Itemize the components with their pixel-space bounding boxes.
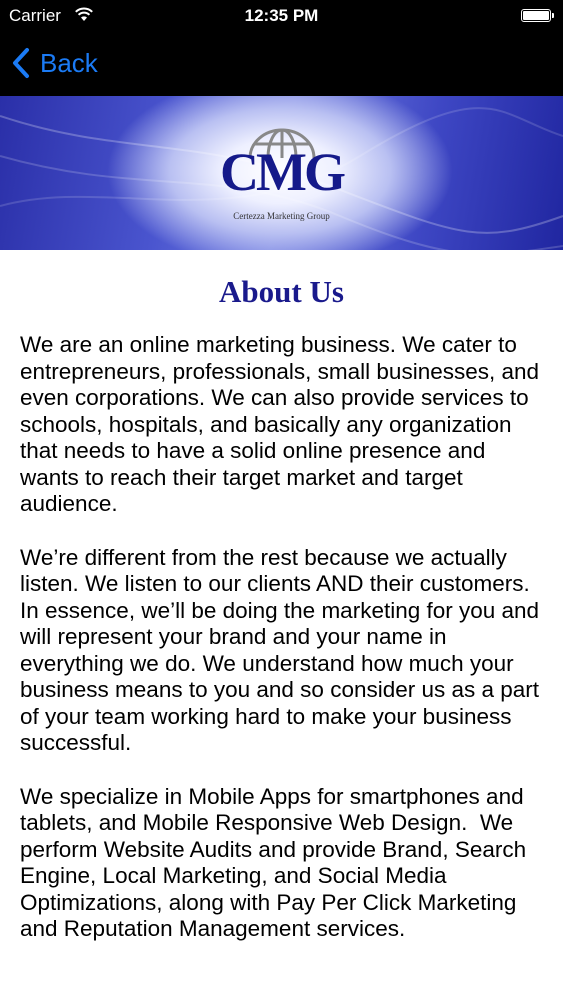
about-paragraph: We specialize in Mobile Apps for smartph…	[20, 783, 533, 942]
company-logo: CMG	[220, 142, 346, 202]
company-name: Certezza Marketing Group	[233, 211, 330, 221]
status-bar: Carrier 12:35 PM	[0, 0, 563, 32]
back-button[interactable]: Back	[12, 44, 98, 82]
navigation-bar: Back	[0, 32, 563, 96]
about-paragraph: We’re different from the rest because we…	[20, 544, 546, 756]
back-label: Back	[40, 47, 98, 78]
about-paragraph: We are an online marketing business. We …	[20, 332, 546, 516]
chevron-left-icon	[13, 48, 29, 78]
about-content: We are an online marketing business. We …	[20, 332, 550, 970]
page-title: About Us	[219, 274, 344, 309]
clock: 12:35 PM	[244, 6, 319, 25]
battery-icon	[521, 9, 554, 22]
